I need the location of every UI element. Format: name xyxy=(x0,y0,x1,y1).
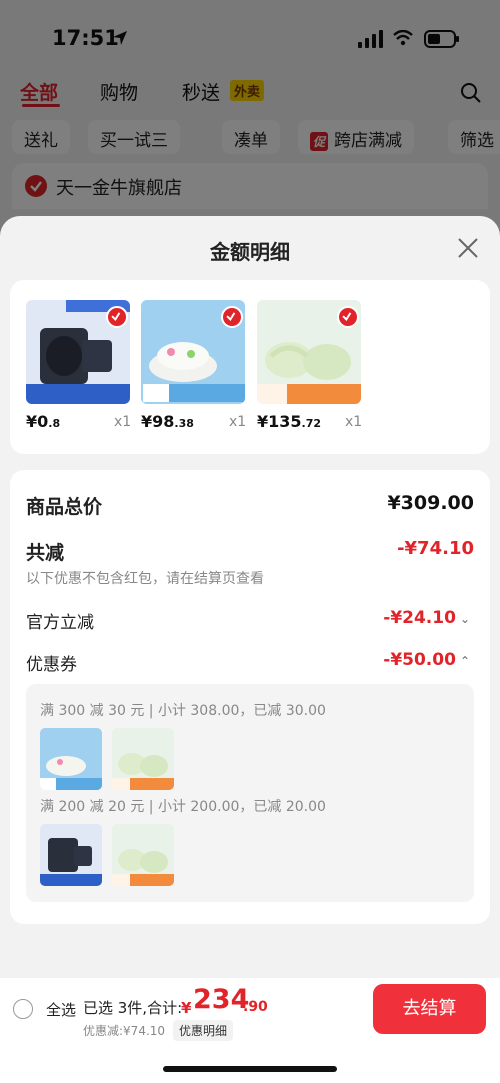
product-price-dec: .8 xyxy=(48,417,61,430)
product-price-dec: .72 xyxy=(301,417,322,430)
coupon-products xyxy=(40,728,240,790)
sheet-title: 金额明细 xyxy=(210,240,290,264)
reduce-label: 共减 xyxy=(26,542,65,564)
coupon-products xyxy=(40,824,240,886)
coupon-value: -¥50.00 xyxy=(383,650,456,670)
total-value: ¥309.00 xyxy=(387,492,474,514)
product-thumb xyxy=(40,728,102,790)
checkout-bar: 全选 已选 3件,合计: ¥ 234 .90 优惠减:¥74.10 优惠明细 去… xyxy=(0,978,500,1083)
amount-detail-sheet: 金额明细 ¥0.8 x1 ¥98.38 x1 ¥135.72 x1 商品总价 ¥… xyxy=(0,216,500,1083)
total-decimal: .90 xyxy=(243,999,268,1015)
product-thumb xyxy=(112,728,174,790)
coupon-breakdown: 满 300 减 30 元 | 小计 308.00，已减 30.00 满 200 … xyxy=(26,684,474,902)
product-qty: x1 xyxy=(229,414,247,430)
coupon-label: 优惠券 xyxy=(26,655,77,675)
chevron-down-icon: ⌄ xyxy=(459,612,470,626)
coupon-row[interactable]: -¥50.00 ⌃ xyxy=(383,650,470,670)
total-integer: 234 xyxy=(193,984,250,1015)
product-item[interactable]: ¥98.38 x1 xyxy=(141,300,261,440)
official-value: -¥24.10 xyxy=(383,608,456,628)
product-item[interactable]: ¥0.8 x1 xyxy=(26,300,146,440)
product-check-icon[interactable] xyxy=(337,306,359,328)
product-thumb xyxy=(40,824,102,886)
product-check-icon[interactable] xyxy=(221,306,243,328)
products-card: ¥0.8 x1 ¥98.38 x1 ¥135.72 x1 xyxy=(10,280,490,454)
select-all-label[interactable]: 全选 xyxy=(46,999,76,1020)
product-price: ¥98.38 xyxy=(141,412,194,431)
product-check-icon[interactable] xyxy=(106,306,128,328)
product-thumb xyxy=(112,824,174,886)
total-label: 商品总价 xyxy=(26,496,103,518)
price-detail-card: 商品总价 ¥309.00 共减 -¥74.10 以下优惠不包含红包，请在结算页查… xyxy=(10,470,490,924)
summary-prefix: 已选 3件,合计: xyxy=(83,999,183,1017)
product-price-dec: .38 xyxy=(174,417,194,430)
product-price: ¥135.72 xyxy=(257,412,321,431)
product-qty: x1 xyxy=(114,414,132,430)
product-qty: x1 xyxy=(345,414,363,430)
product-price: ¥0.8 xyxy=(26,412,60,431)
product-price-int: ¥98 xyxy=(141,412,175,431)
coupon-rule: 满 200 减 20 元 | 小计 200.00，已减 20.00 xyxy=(40,799,326,815)
checkout-button[interactable]: 去结算 xyxy=(373,984,486,1034)
close-icon[interactable] xyxy=(456,236,480,260)
total-yen: ¥ xyxy=(181,999,192,1017)
reduce-note: 以下优惠不包含红包，请在结算页查看 xyxy=(26,571,264,587)
discount-detail-button[interactable]: 优惠明细 xyxy=(173,1020,234,1041)
reduce-value: -¥74.10 xyxy=(397,538,474,559)
product-item[interactable]: ¥135.72 x1 xyxy=(257,300,377,440)
product-price-int: ¥135 xyxy=(257,412,302,431)
official-row[interactable]: -¥24.10 ⌄ xyxy=(383,608,470,628)
product-price-int: ¥0 xyxy=(26,412,49,431)
official-label: 官方立减 xyxy=(26,613,94,633)
chevron-up-icon: ⌃ xyxy=(459,654,470,668)
home-indicator xyxy=(163,1066,337,1072)
discount-summary: 优惠减:¥74.10 xyxy=(83,1024,166,1038)
overlay-dim[interactable] xyxy=(0,0,500,240)
select-all-checkbox[interactable] xyxy=(13,999,33,1019)
coupon-rule: 满 300 减 30 元 | 小计 308.00，已减 30.00 xyxy=(40,703,326,719)
